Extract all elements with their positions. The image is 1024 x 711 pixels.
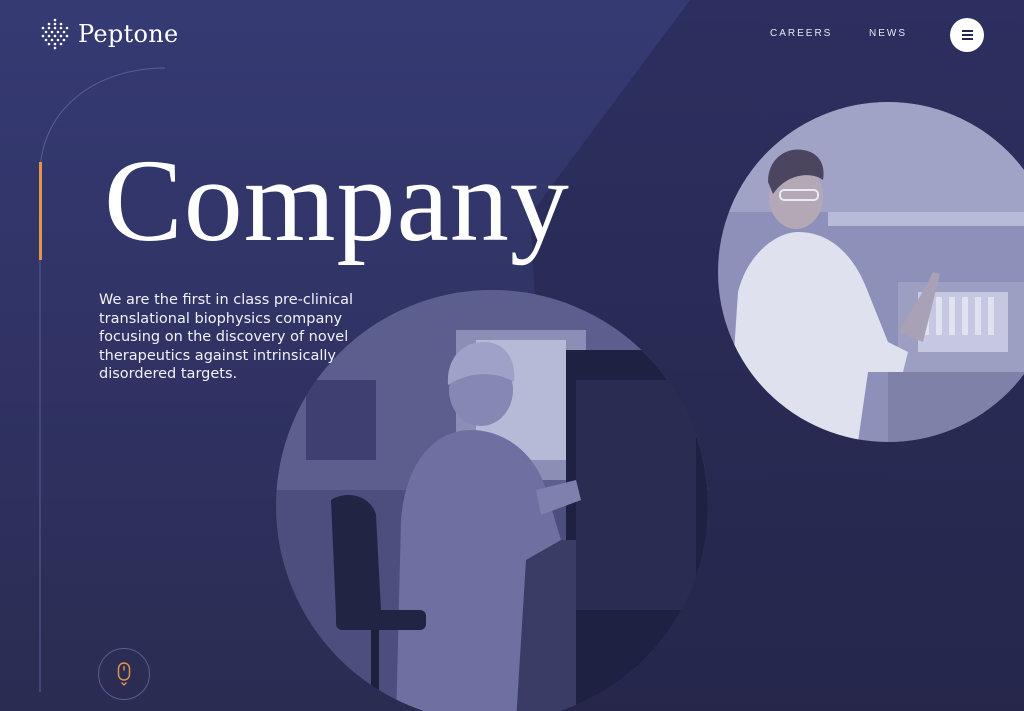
brand-logo[interactable]: Peptone — [40, 18, 179, 50]
hamburger-menu-icon — [961, 29, 973, 42]
nav-link-news[interactable]: NEWS — [869, 28, 907, 39]
intro-text: We are the first in class pre-clinical t… — [99, 292, 353, 382]
header: Peptone CAREERS NEWS — [0, 0, 1024, 70]
accent-bar — [39, 162, 42, 260]
menu-button[interactable] — [950, 18, 984, 52]
mouse-scroll-icon — [117, 662, 131, 686]
nav-link-careers[interactable]: CAREERS — [770, 28, 832, 39]
brand-name: Peptone — [78, 20, 179, 48]
scroll-down-button[interactable] — [98, 648, 150, 700]
page-title: Company — [104, 135, 570, 266]
dot-grid-logo-icon — [41, 18, 69, 50]
